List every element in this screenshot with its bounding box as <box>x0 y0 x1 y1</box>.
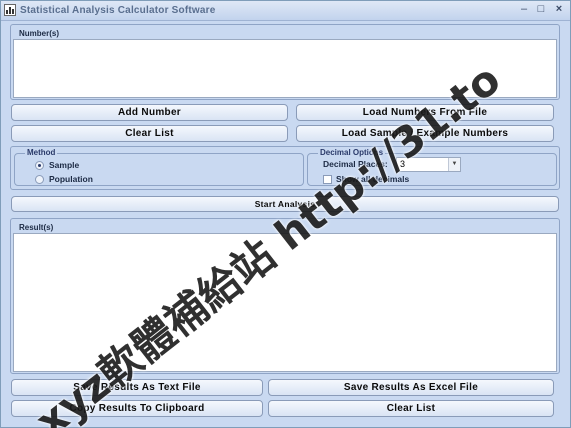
population-radio[interactable] <box>35 175 44 184</box>
decimal-places-select[interactable]: 3 ▼ <box>396 157 461 172</box>
show-all-decimals-checkbox[interactable] <box>323 175 332 184</box>
method-group: Method Sample Population <box>14 148 304 186</box>
app-window: Statistical Analysis Calculator Software… <box>0 0 571 428</box>
start-analysis-button[interactable]: Start Analysis <box>11 196 559 212</box>
decimal-options-legend: Decimal Options <box>318 148 386 157</box>
app-icon <box>4 4 16 16</box>
clear-results-button[interactable]: Clear List <box>268 400 554 417</box>
add-number-button[interactable]: Add Number <box>11 104 288 121</box>
save-results-excel-button[interactable]: Save Results As Excel File <box>268 379 554 396</box>
sample-radio[interactable] <box>35 161 44 170</box>
population-label: Population <box>49 174 93 184</box>
maximize-icon[interactable]: □ <box>533 3 549 17</box>
options-panel: Method Sample Population Decimal Options… <box>10 146 560 190</box>
save-results-text-button[interactable]: Save Results As Text File <box>11 379 263 396</box>
results-panel: Result(s) <box>10 218 560 374</box>
load-sample-numbers-button[interactable]: Load Sample / Example Numbers <box>296 125 554 142</box>
dropdown-arrow-icon[interactable]: ▼ <box>448 158 460 171</box>
numbers-input-area[interactable] <box>13 39 557 98</box>
results-panel-label: Result(s) <box>19 223 54 232</box>
window-title: Statistical Analysis Calculator Software <box>20 5 216 16</box>
show-all-decimals-label: Show all decimals <box>336 174 410 184</box>
numbers-panel: Number(s) <box>10 24 560 100</box>
decimal-places-label: Decimal Places: <box>323 159 388 169</box>
method-legend: Method <box>25 148 58 157</box>
title-bar[interactable]: Statistical Analysis Calculator Software… <box>1 1 570 21</box>
decimal-places-value: 3 <box>400 159 406 169</box>
minimize-icon[interactable]: – <box>516 3 532 17</box>
numbers-panel-label: Number(s) <box>19 29 60 38</box>
load-numbers-from-file-button[interactable]: Load Numbers From File <box>296 104 554 121</box>
close-icon[interactable]: × <box>551 3 567 17</box>
sample-label: Sample <box>49 160 80 170</box>
results-output-area[interactable] <box>13 233 557 372</box>
decimal-options-group: Decimal Options Decimal Places: 3 ▼ Show… <box>307 148 557 186</box>
copy-results-clipboard-button[interactable]: Copy Results To Clipboard <box>11 400 263 417</box>
clear-list-button[interactable]: Clear List <box>11 125 288 142</box>
